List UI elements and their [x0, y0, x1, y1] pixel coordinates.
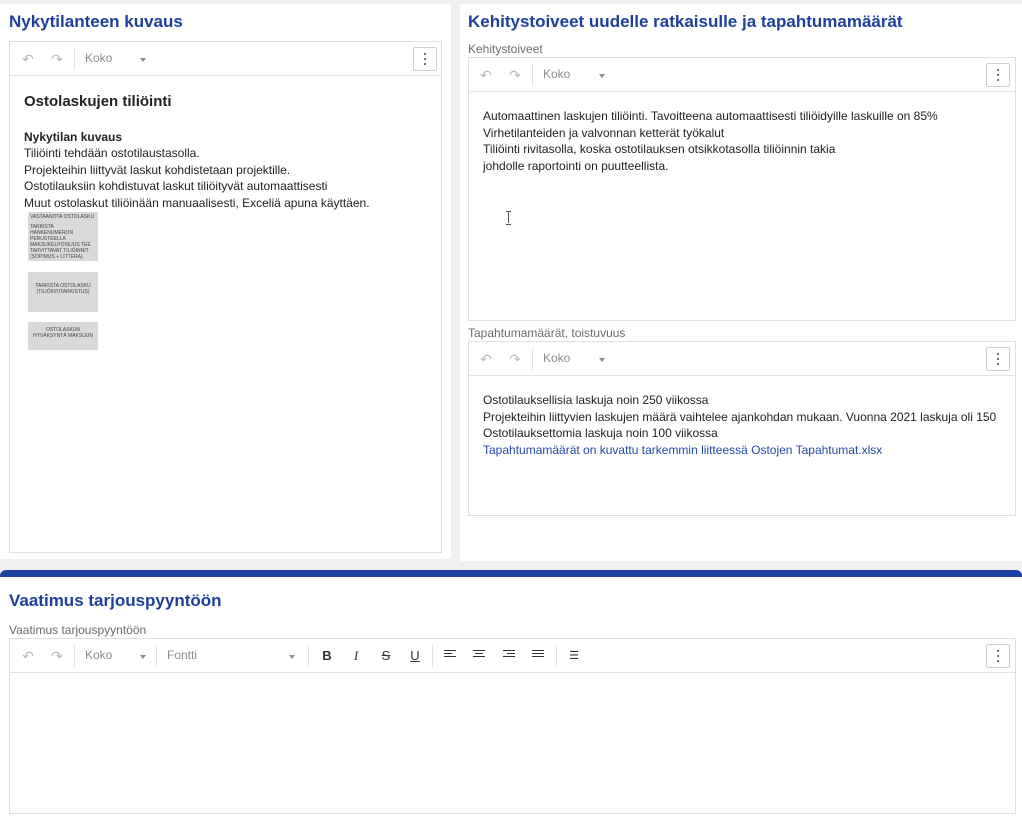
text-line: Automaattinen laskujen tiliöinti. Tavoit… — [483, 109, 938, 123]
text-line: johdolle raportointi on puutteellista. — [483, 158, 669, 173]
size-select[interactable]: Koko — [85, 648, 112, 662]
align-right-icon[interactable] — [503, 650, 515, 660]
flowchart-step-check-project: TARKISTA HANKENUMERON PERUSTEELLA MAKSUK… — [28, 222, 98, 261]
undo-icon[interactable]: ↶ — [19, 647, 37, 665]
attachment-link[interactable]: Tapahtumamäärät on kuvattu tarkemmin lii… — [483, 442, 1005, 459]
wishes-label: Kehitystoiveet — [468, 42, 543, 56]
chevron-down-icon[interactable] — [599, 358, 605, 362]
text-cursor-icon — [506, 211, 512, 225]
text-line: Muut ostolaskut tiliöinään manuaalisesti… — [24, 195, 370, 210]
italic-button[interactable]: I — [347, 647, 365, 665]
chevron-down-icon[interactable] — [289, 655, 295, 659]
editor-toolbar: ↶ ↷ Koko — [469, 342, 1015, 376]
undo-icon[interactable]: ↶ — [477, 66, 495, 84]
current-state-editor[interactable]: ↶ ↷ Koko Ostolaskujen tiliöinti Nykytila… — [9, 41, 442, 553]
flowchart-step-receive: VASTAANOTA OSTOLASKU — [28, 212, 98, 222]
requirement-panel: Vaatimus tarjouspyyntöön Vaatimus tarjou… — [0, 570, 1022, 823]
editor-content[interactable]: Ostolaskujen tiliöinti Nykytilan kuvaus … — [24, 93, 431, 211]
redo-icon[interactable]: ↷ — [48, 647, 66, 665]
flowchart-step-approve: OSTOLASKUN HYVÄKSYNTÄ MAKSUUN — [28, 322, 98, 350]
improvements-panel: Kehitystoiveet uudelle ratkaisulle ja ta… — [460, 4, 1022, 561]
toolbar-divider — [556, 645, 557, 667]
more-vertical-icon — [997, 69, 1000, 82]
underline-button[interactable]: U — [406, 647, 424, 665]
requirement-title: Vaatimus tarjouspyyntöön — [9, 591, 222, 610]
text-line: Tiliöinti tehdään ostotilaustasolla. — [24, 146, 200, 160]
text-line: Projekteihin liittyvät laskut kohdisteta… — [24, 162, 291, 177]
document-heading: Ostolaskujen tiliöinti — [24, 93, 172, 110]
current-state-title: Nykytilanteen kuvaus — [9, 12, 183, 31]
align-justify-icon[interactable] — [532, 650, 544, 660]
editor-toolbar: ↶ ↷ Koko — [469, 58, 1015, 92]
toolbar-divider — [532, 64, 533, 86]
toolbar-divider — [74, 48, 75, 70]
redo-icon[interactable]: ↷ — [506, 350, 524, 368]
more-options-button[interactable] — [986, 63, 1010, 87]
numbered-list-icon[interactable]: ☰ — [565, 647, 583, 665]
chevron-down-icon[interactable] — [599, 74, 605, 78]
align-center-icon[interactable] — [473, 650, 485, 660]
chevron-down-icon[interactable] — [140, 58, 146, 62]
requirement-editor[interactable]: ↶ ↷ Koko Fontti B I S U ☰ — [9, 638, 1016, 814]
font-select[interactable]: Fontti — [167, 648, 197, 662]
more-vertical-icon — [424, 53, 427, 66]
text-line: Tiliöinti rivitasolla, koska ostotilauks… — [483, 142, 836, 156]
text-line: Ostotilauksettomia laskuja noin 100 viik… — [483, 426, 718, 440]
align-left-icon[interactable] — [444, 650, 456, 660]
current-state-panel: Nykytilanteen kuvaus ↶ ↷ Koko Ostolaskuj… — [0, 4, 451, 559]
undo-icon[interactable]: ↶ — [477, 350, 495, 368]
toolbar-divider — [532, 348, 533, 370]
toolbar-divider — [74, 645, 75, 667]
toolbar-divider — [156, 645, 157, 667]
size-select[interactable]: Koko — [543, 67, 570, 81]
size-select[interactable]: Koko — [543, 351, 570, 365]
text-line: Ostotilauksiin kohdistuvat laskut tiliöi… — [24, 179, 328, 193]
more-vertical-icon — [997, 353, 1000, 366]
more-options-button[interactable] — [986, 347, 1010, 371]
editor-toolbar: ↶ ↷ Koko Fontti B I S U ☰ — [10, 639, 1015, 673]
redo-icon[interactable]: ↷ — [506, 66, 524, 84]
editor-content[interactable]: Ostotilauksellisia laskuja noin 250 viik… — [483, 392, 1005, 458]
document-subheading: Nykytilan kuvaus — [24, 129, 123, 144]
bold-button[interactable]: B — [318, 647, 336, 665]
text-line: Ostotilauksellisia laskuja noin 250 viik… — [483, 393, 709, 407]
editor-toolbar: ↶ ↷ Koko — [10, 42, 441, 76]
size-select[interactable]: Koko — [85, 51, 112, 65]
more-options-button[interactable] — [413, 47, 437, 71]
text-line: Projekteihin liittyvien laskujen määrä v… — [483, 409, 997, 424]
text-line: Virhetilanteiden ja valvonnan ketterät t… — [483, 125, 725, 140]
more-vertical-icon — [997, 650, 1000, 663]
toolbar-divider — [308, 645, 309, 667]
chevron-down-icon[interactable] — [140, 655, 146, 659]
wishes-editor[interactable]: ↶ ↷ Koko Automaattinen laskujen tiliöint… — [468, 57, 1016, 321]
toolbar-divider — [432, 645, 433, 667]
flowchart-step-check-invoice: TARKISTA OSTOLASKU (TILIÖINTITARKISTUS) — [28, 272, 98, 312]
more-options-button[interactable] — [986, 644, 1010, 668]
improvements-title: Kehitystoiveet uudelle ratkaisulle ja ta… — [468, 12, 903, 31]
volumes-label: Tapahtumamäärät, toistuvuus — [468, 326, 626, 340]
requirement-field-label: Vaatimus tarjouspyyntöön — [9, 623, 147, 637]
redo-icon[interactable]: ↷ — [48, 50, 66, 68]
undo-icon[interactable]: ↶ — [19, 50, 37, 68]
strikethrough-button[interactable]: S — [377, 647, 395, 665]
editor-content[interactable]: Automaattinen laskujen tiliöinti. Tavoit… — [483, 108, 1005, 174]
volumes-editor[interactable]: ↶ ↷ Koko Ostotilauksellisia laskuja noin… — [468, 341, 1016, 516]
